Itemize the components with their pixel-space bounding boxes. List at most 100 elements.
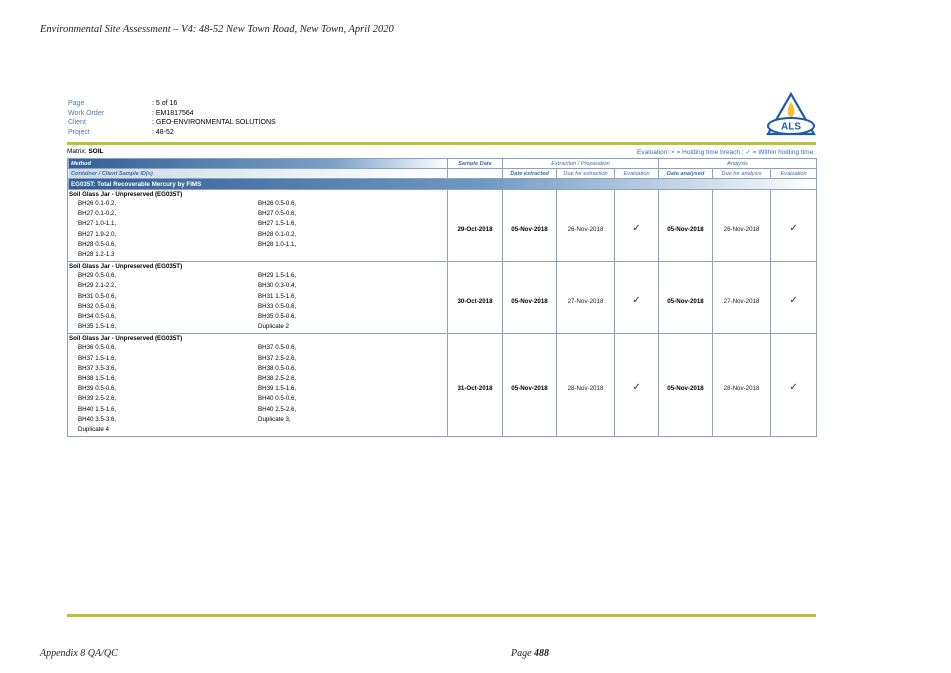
sample-id: BH27 1.9-2.0, <box>78 230 117 238</box>
checkmark-icon: ✓ <box>613 261 660 335</box>
sample-id: BH27 0.5-0.6, <box>258 210 297 218</box>
table-row: Soil Glass Jar - Unpreserved (EG035T) BH2… <box>67 261 818 335</box>
sample-list: BH29 0.5-0.6, BH29 1.5-1.6, BH29 2.1-2.2, B… <box>69 271 447 332</box>
container-name: Soil Glass Jar - Unpreserved (EG035T) <box>69 191 183 198</box>
sample-id: BH29 2.1-2.2, <box>78 282 117 290</box>
sample-id: BH28 1.2-1.3 <box>78 251 115 259</box>
sample-id: BH27 1.5-1.6, <box>258 220 297 228</box>
sample-id: BH28 1.0-1.1, <box>258 240 297 248</box>
als-logo: ALS <box>766 92 816 136</box>
container-header: Container / Client Sample ID(s) <box>67 168 448 179</box>
checkmark-icon: ✓ <box>613 189 660 263</box>
sample-id: BH29 1.5-1.6, <box>258 272 297 280</box>
evaluation-legend: Evaluation: × = Holding time breach ; ✓ … <box>637 149 815 156</box>
date-analysed-cell: 05-Nov-2018 <box>658 189 714 263</box>
sample-id: BH39 2.5-2.6, <box>78 395 117 403</box>
sample-id: Duplicate 3, <box>258 415 291 423</box>
sample-id: BH39 0.5-0.6, <box>78 385 117 393</box>
sample-date-header: Sample Date <box>447 158 503 169</box>
sample-id: BH32 0.5-0.6, <box>78 302 117 310</box>
sample-id: BH36 0.5-0.6, <box>78 344 117 352</box>
due-analysis-cell: 27-Nov-2018 <box>712 261 772 335</box>
due-analysis-cell: 28-Nov-2018 <box>712 333 772 438</box>
sample-id: BH27 1.0-1.1, <box>78 220 117 228</box>
sample-id: BH40 3.5-3.6, <box>78 415 117 423</box>
container-name: Soil Glass Jar - Unpreserved (EG035T) <box>69 335 183 343</box>
sample-id: BH38 1.5-1.6, <box>78 375 117 383</box>
page-value: : 5 of 16 <box>152 100 178 107</box>
work-order-value: : EM1817564 <box>152 109 194 117</box>
sample-date-cell: 30-Oct-2018 <box>447 261 503 335</box>
client-label: Client <box>68 119 86 127</box>
due-analysis-header: Due for analysis <box>712 168 772 179</box>
sample-id: BH31 1.5-1.6, <box>258 292 297 300</box>
holding-time-table: Method Sample Date Extraction / Preparat… <box>66 158 818 438</box>
date-analysed-cell: 05-Nov-2018 <box>658 333 714 438</box>
sample-id: BH28 0.1-0.2, <box>258 230 297 238</box>
document-header-title: Environmental Site Assessment – V4: 48-5… <box>40 24 394 35</box>
sample-id: BH40 0.5-0.6, <box>258 395 297 403</box>
section-title: EG035T: Total Recoverable Mercury by FIM… <box>66 178 818 190</box>
footer-page-label: Page <box>511 648 532 659</box>
analysis-group-header: Analysis <box>658 158 818 169</box>
sample-id: BH37 2.5-2.6, <box>258 354 297 362</box>
footer-divider <box>67 614 816 617</box>
evaluation-header: Evaluation <box>613 168 660 179</box>
report-info-block: Page : 5 of 16 Work Order : EM1817564 Clie… <box>68 99 276 137</box>
logo-text: ALS <box>781 122 801 133</box>
footer-page-number: Page 488 <box>511 648 549 659</box>
evaluation-analysis-header: Evaluation <box>770 168 818 179</box>
sample-id: BH31 0.5-0.6, <box>78 292 117 300</box>
header-divider <box>67 142 816 145</box>
matrix-value: SOIL <box>88 148 104 155</box>
sample-id: BH37 1.5-1.6, <box>78 354 117 362</box>
checkmark-icon: ✓ <box>770 333 818 438</box>
sample-id: Duplicate 2 <box>258 323 289 331</box>
due-analysis-cell: 26-Nov-2018 <box>712 189 772 263</box>
date-analysed-header: Date analysed <box>658 168 714 179</box>
table-row: Soil Glass Jar - Unpreserved (EG035T) BH3… <box>67 333 818 438</box>
footer-page-value: 488 <box>534 648 550 659</box>
sample-id <box>258 250 438 260</box>
sample-date-subheader <box>447 168 503 179</box>
checkmark-icon: ✓ <box>770 189 818 263</box>
project-value: : 48-52 <box>152 128 174 136</box>
method-header: Method <box>67 158 448 169</box>
sample-id: BH38 2.5-2.6, <box>258 375 297 383</box>
table-row: Soil Glass Jar - Unpreserved (EG035T) BH2… <box>67 189 818 263</box>
sample-date-cell: 31-Oct-2018 <box>447 333 503 438</box>
checkmark-icon: ✓ <box>770 261 818 335</box>
sample-id: BH37 0.5-0.6, <box>258 344 297 352</box>
page-label: Page <box>68 100 85 107</box>
date-extracted-cell: 05-Nov-2018 <box>502 189 557 263</box>
sample-id: BH30 0.3-0.4, <box>258 282 297 290</box>
sample-id: BH26 0.1-0.2, <box>78 200 117 207</box>
date-extracted-cell: 05-Nov-2018 <box>502 333 557 438</box>
sample-id: BH29 0.5-0.6, <box>78 272 117 280</box>
container-cell: Soil Glass Jar - Unpreserved (EG035T) BH2… <box>67 189 448 263</box>
sample-id: BH35 0.5-0.6, <box>258 313 297 321</box>
sample-list: BH26 0.1-0.2, BH26 0.5-0.6, BH27 0.1-0.2, B… <box>69 199 447 260</box>
sample-id: BH34 0.5-0.6, <box>78 313 117 321</box>
sample-list: BH36 0.5-0.6, BH37 0.5-0.6, BH37 1.5-1.6, B… <box>69 343 447 435</box>
date-extracted-cell: 05-Nov-2018 <box>502 261 557 335</box>
due-extraction-header: Due for extraction <box>556 168 615 179</box>
client-value: : GEO-ENVIRONMENTAL SOLUTIONS <box>152 119 276 127</box>
matrix-label: Matrix: SOIL <box>67 148 103 155</box>
sample-id: BH40 1.5-1.6, <box>78 405 117 413</box>
container-cell: Soil Glass Jar - Unpreserved (EG035T) BH2… <box>67 261 448 335</box>
sample-id: BH35 1.5-1.6, <box>78 323 117 331</box>
container-name: Soil Glass Jar - Unpreserved (EG035T) <box>69 263 183 271</box>
date-analysed-cell: 05-Nov-2018 <box>658 261 714 335</box>
work-order-label: Work Order <box>68 109 105 117</box>
due-extraction-cell: 26-Nov-2018 <box>556 189 615 263</box>
sample-id: BH37 3.5-3.6, <box>78 364 117 372</box>
sample-id: BH28 0.5-0.6, <box>78 240 117 248</box>
sample-id: BH38 0.5-0.6, <box>258 364 297 372</box>
checkmark-icon: ✓ <box>613 333 660 438</box>
container-cell: Soil Glass Jar - Unpreserved (EG035T) BH3… <box>67 333 448 438</box>
sample-id: BH40 2.5-2.6, <box>258 405 297 413</box>
sample-date-cell: 29-Oct-2018 <box>447 189 503 263</box>
due-extraction-cell: 28-Nov-2018 <box>556 333 615 438</box>
date-extracted-header: Date extracted <box>502 168 557 179</box>
